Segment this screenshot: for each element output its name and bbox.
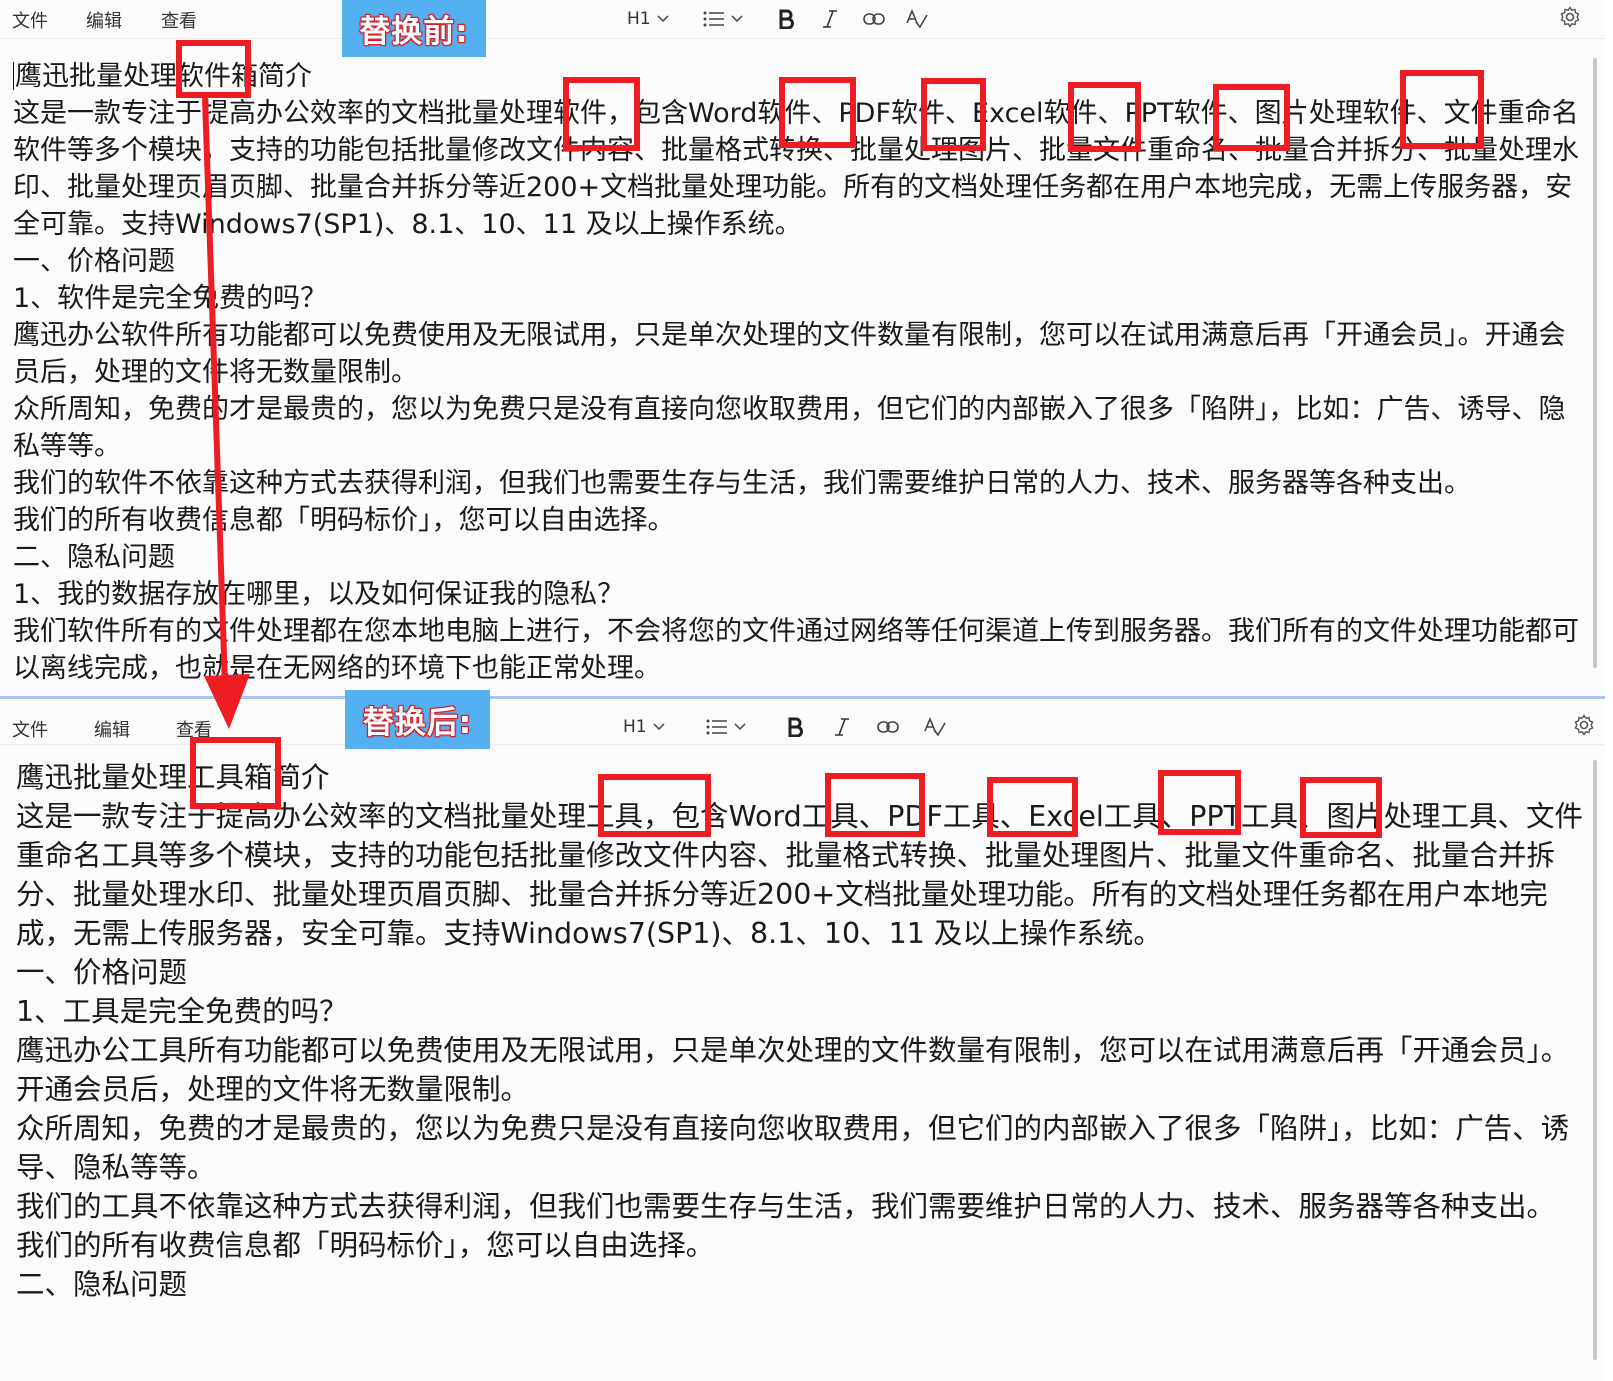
section-heading: 一、价格问题 [16,956,188,989]
scrollbar[interactable] [1593,58,1597,668]
paragraph: 鹰迅办公软件所有功能都可以免费使用及无限试用，只是单次处理的文件数量有限制，您可… [13,320,1566,388]
document-content-after[interactable]: 鹰迅批量处理工具箱简介 这是一款专注于提高办公效率的文档批量处理工具，包含Wor… [16,758,1591,1304]
highlight-box [563,77,640,151]
paragraph: 1、软件是完全免费的吗？ [13,283,328,314]
label-after: 替换后: [345,690,490,749]
paragraph: 众所周知，免费的才是最贵的，您以为免费只是没有直接向您收取费用，但它们的内部嵌入… [13,394,1566,462]
highlight-box [921,78,986,151]
settings-button[interactable] [1559,6,1581,32]
section-heading: 二、隐私问题 [16,1268,188,1301]
spellcheck-button[interactable] [906,6,928,32]
highlight-box [779,77,856,148]
link-icon [877,721,899,733]
highlight-box [1068,82,1141,152]
highlight-box [1400,70,1484,149]
heading-dropdown[interactable]: H1 [627,6,669,32]
paragraph: 我们的软件不依靠这种方式去获得利润，但我们也需要生存与生活，我们需要维护日常的人… [13,468,1471,499]
paragraph: 1、我的数据存放在哪里，以及如何保证我的隐私？ [13,579,625,610]
gear-icon [1574,714,1594,736]
scrollbar[interactable] [1593,760,1597,1360]
menu-edit[interactable]: 编辑 [94,716,130,742]
link-button[interactable] [863,6,885,32]
italic-button[interactable] [834,714,850,740]
menu-view[interactable]: 查看 [161,7,197,33]
paragraph: 我们的工具不依靠这种方式去获得利润，但我们也需要生存与生活，我们需要维护日常的人… [16,1190,1556,1223]
highlight-box [1213,84,1290,151]
spellcheck-button[interactable] [924,714,946,740]
chevron-down-icon [734,723,746,731]
paragraph: 我们软件所有的文件处理都在您本地电脑上进行，不会将您的文件通过网络等任何渠道上传… [13,616,1579,684]
paragraph: 我们的所有收费信息都「明码标价」，您可以自由选择。 [16,1229,715,1262]
paragraph: 鹰迅办公工具所有功能都可以免费使用及无限试用，只是单次处理的文件数量有限制，您可… [16,1034,1570,1106]
editor-toolbar: 文件 编辑 查看 H1 [0,0,1605,39]
highlight-box [190,737,281,809]
section-heading: 二、隐私问题 [13,542,175,573]
heading-label: H1 [623,717,647,737]
list-icon [706,719,727,735]
label-before: 替换前: [342,0,486,57]
italic-icon [823,10,837,28]
chevron-down-icon [653,723,665,731]
paragraph: 1、工具是完全免费的吗？ [16,995,348,1028]
highlight-box [1300,777,1382,838]
italic-icon [835,718,849,736]
spellcheck-icon [924,717,946,737]
highlight-box [987,777,1078,837]
list-dropdown[interactable] [703,6,743,32]
heading-dropdown[interactable]: H1 [623,714,665,740]
link-icon [863,13,885,25]
paragraph: 我们的所有收费信息都「明码标价」，您可以自由选择。 [13,505,675,536]
bold-button[interactable] [778,6,794,32]
highlight-box [176,40,251,98]
document-content-before[interactable]: 鹰迅批量处理软件箱简介 这是一款专注于提高办公效率的文档批量处理软件，包含Wor… [13,58,1588,687]
italic-button[interactable] [822,6,838,32]
bold-icon [788,717,803,737]
menu-file[interactable]: 文件 [12,7,48,33]
highlight-box [1158,770,1241,835]
bold-icon [779,9,794,29]
gear-icon [1560,6,1580,28]
list-dropdown[interactable] [706,714,746,740]
heading-label: H1 [627,9,651,29]
menu-file[interactable]: 文件 [12,716,48,742]
paragraph: 众所周知，免费的才是最贵的，您以为免费只是没有直接向您收取费用，但它们的内部嵌入… [16,1112,1570,1184]
link-button[interactable] [877,714,899,740]
highlight-box [598,774,711,837]
chevron-down-icon [657,15,669,23]
highlight-box [825,773,925,837]
text-caret [13,62,14,90]
spellcheck-icon [906,9,928,29]
menu-edit[interactable]: 编辑 [86,7,122,33]
list-icon [703,11,724,27]
section-heading: 一、价格问题 [13,246,175,277]
settings-button[interactable] [1573,714,1595,740]
bold-button[interactable] [787,714,803,740]
chevron-down-icon [731,15,743,23]
